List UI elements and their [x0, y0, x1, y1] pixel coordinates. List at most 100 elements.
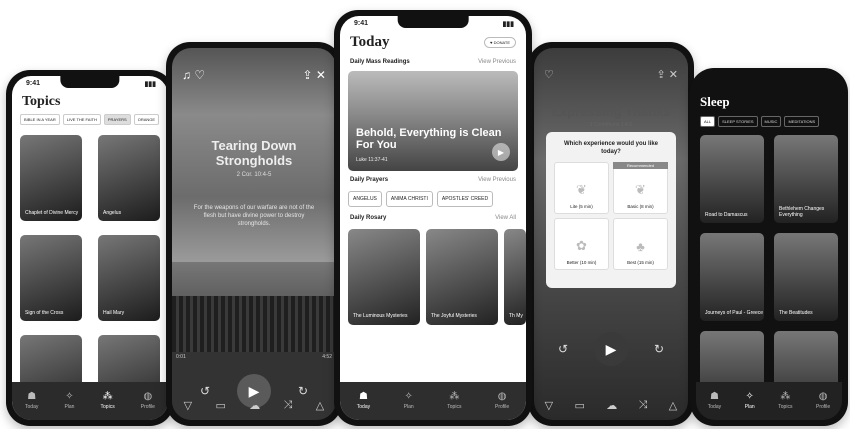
sleep-chips: ALL SLEEP STORIES MUSIC MEDITATIONS [696, 116, 842, 127]
tab-topics[interactable]: ⁂ Topics [101, 392, 115, 411]
music-icon[interactable]: ♫ ♡ [182, 68, 205, 82]
thumbs-up-icon[interactable]: △ [316, 399, 324, 412]
status-time: 9:41 [354, 20, 369, 27]
mass-section-header: Daily Mass Readings View Previous [340, 55, 526, 69]
topic-grid: Chaplet of Divine Mercy Angelus Sign of … [12, 125, 168, 420]
sleep-tile[interactable]: Road to Damascus [700, 135, 764, 223]
chip-music[interactable]: MUSIC [760, 116, 782, 127]
sleep-tile[interactable]: Journeys of Paul - Greece [700, 233, 764, 321]
chip-sleep-stories[interactable]: SLEEP STORIES [718, 116, 758, 127]
notch [60, 76, 120, 88]
tab-profile[interactable]: ◍ Profile [816, 391, 830, 411]
forward-icon[interactable]: ↻ [298, 384, 308, 398]
tab-profile[interactable]: ◍ Profile [495, 392, 510, 411]
recommended-badge: Recommended [613, 162, 668, 169]
option-label: Basic (8 min) [627, 204, 654, 209]
shuffle-icon[interactable]: ⤨ [639, 399, 648, 412]
tab-profile[interactable]: ◍ Profile [141, 392, 155, 411]
prayer-apostles-creed[interactable]: APOSTLES' CREED [436, 191, 494, 207]
plan-icon: ✧ [65, 391, 74, 402]
card-label: The Luminous Mysteries [353, 313, 408, 319]
progress-bar[interactable]: 0:01 4:52 [172, 352, 336, 362]
share-close-icon[interactable]: ⇪ ✕ [303, 68, 326, 82]
tab-topics[interactable]: ⁂ Topics [447, 392, 461, 411]
tab-plan[interactable]: ✧ Plan [64, 391, 74, 411]
shuffle-icon[interactable]: ⤨ [284, 399, 293, 412]
sleep-tile[interactable]: The Beatitudes [774, 233, 838, 321]
chip-bible[interactable]: BIBLE IN A YEAR [20, 114, 60, 125]
chip-orange[interactable]: ORANGE [133, 114, 160, 125]
tab-bar: ☗ Today ✧ Plan ⁂ Topics ◍ Profile [340, 382, 526, 420]
tab-plan[interactable]: ✧ Plan [745, 392, 755, 411]
topic-tile[interactable]: Sign of the Cross [20, 235, 82, 321]
cast-icon[interactable]: ▭ [575, 399, 585, 412]
option-better[interactable]: ✿ Better (10 min) [554, 218, 609, 270]
leaf-icon: ❦ [576, 182, 587, 197]
phone-player: ♫ ♡ ⇪ ✕ Tearing Down Strongholds 2 Cor. … [166, 42, 342, 426]
thumbs-down-icon[interactable]: ▽ [184, 399, 192, 412]
view-all-link[interactable]: View All [495, 215, 516, 221]
option-basic[interactable]: Recommended ❦ Basic (8 min) [613, 162, 668, 214]
tab-today[interactable]: ☗ Today [708, 392, 721, 411]
chip-prayers[interactable]: PRAYERS [103, 114, 131, 125]
option-lite[interactable]: ❦ Lite (5 min) [554, 162, 609, 214]
tab-topics[interactable]: ⁂ Topics [778, 392, 792, 411]
tab-plan[interactable]: ✧ Plan [403, 392, 414, 411]
view-previous-link[interactable]: View Previous [478, 59, 516, 65]
modal-question: Which experience would you like today? [563, 141, 659, 155]
topic-tile[interactable]: Chaplet of Divine Mercy [20, 135, 82, 221]
tab-today[interactable]: ☗ Today [356, 392, 371, 411]
chip-all[interactable]: ALL [700, 116, 716, 127]
experience-modal: Which experience would you like today? ❦… [546, 132, 676, 288]
tab-label: Today [356, 404, 371, 410]
tab-today[interactable]: ☗ Today [25, 392, 38, 411]
play-button[interactable]: ▶ [594, 332, 628, 366]
forward-icon[interactable]: ↻ [654, 342, 664, 356]
mass-reading-card[interactable]: Behold, Everything is Clean For You Luke… [348, 71, 518, 171]
player-actions: ▽ ▭ ☁ ⤨ △ [172, 399, 336, 412]
chip-meditations[interactable]: MEDITATIONS [784, 116, 820, 127]
rewind-icon[interactable]: ↺ [558, 342, 568, 356]
prayers-section-header: Daily Prayers View Previous [340, 173, 526, 187]
option-label: Best (15 min) [627, 260, 654, 265]
download-icon[interactable]: ☁ [606, 399, 617, 412]
phone-thanks: ♡ ⇪ ✕ Expressing Thanks 1 Corinthians 1:4… [528, 42, 694, 426]
topic-tile[interactable]: Angelus [98, 135, 160, 221]
thumbs-down-icon[interactable]: ▽ [545, 399, 553, 412]
phone-today: 9:41 ▮▮▮ Today ♥ DONATE Daily Mass Readin… [334, 10, 532, 426]
tile-label: Bethlehem Changes Everything [779, 206, 825, 218]
player-screen: ♫ ♡ ⇪ ✕ Tearing Down Strongholds 2 Cor. … [172, 48, 336, 420]
rosary-card[interactable]: Th My [504, 229, 526, 325]
rewind-icon[interactable]: ↺ [200, 384, 210, 398]
play-button[interactable]: ▶ [492, 143, 510, 161]
profile-icon: ◍ [818, 391, 828, 402]
reading-reference: Luke 11:37-41 [356, 157, 388, 163]
heart-icon[interactable]: ♡ [544, 68, 554, 81]
tile-label: Road to Damascus [705, 212, 748, 218]
cast-icon[interactable]: ▭ [216, 399, 226, 412]
chip-live-faith[interactable]: LIVE THE FAITH [62, 114, 101, 125]
option-label: Lite (5 min) [570, 204, 593, 209]
section-title: Daily Prayers [350, 177, 389, 183]
sleep-tile[interactable]: Bethlehem Changes Everything [774, 135, 838, 223]
leaves-icon: ❦ [635, 182, 646, 197]
share-icon[interactable]: ⇪ ✕ [657, 68, 679, 81]
option-best[interactable]: ♣ Best (15 min) [613, 218, 668, 270]
phone-sleep: Sleep ALL SLEEP STORIES MUSIC MEDITATION… [690, 68, 848, 426]
topic-tile[interactable]: Hail Mary [98, 235, 160, 321]
tile-label: Hail Mary [103, 310, 125, 316]
view-previous-link[interactable]: View Previous [478, 177, 516, 183]
track-reference: 2 Cor. 10:4-5 [236, 172, 272, 178]
donate-button[interactable]: ♥ DONATE [484, 37, 516, 48]
rosary-card[interactable]: The Luminous Mysteries [348, 229, 420, 325]
play-icon: ▶ [248, 382, 260, 399]
prayer-angelus[interactable]: ANGELUS [348, 191, 382, 207]
prayer-anima-christi[interactable]: ANIMA CHRISTI [385, 191, 433, 207]
rosary-card[interactable]: The Joyful Mysteries [426, 229, 498, 325]
download-icon[interactable]: ☁ [249, 399, 260, 412]
today-screen: 9:41 ▮▮▮ Today ♥ DONATE Daily Mass Readin… [340, 16, 526, 420]
experience-options: ❦ Lite (5 min) Recommended ❦ Basic (8 min) … [554, 162, 668, 270]
tab-label: Plan [403, 404, 414, 410]
tab-label: Profile [495, 404, 510, 410]
thumbs-up-icon[interactable]: △ [669, 399, 677, 412]
